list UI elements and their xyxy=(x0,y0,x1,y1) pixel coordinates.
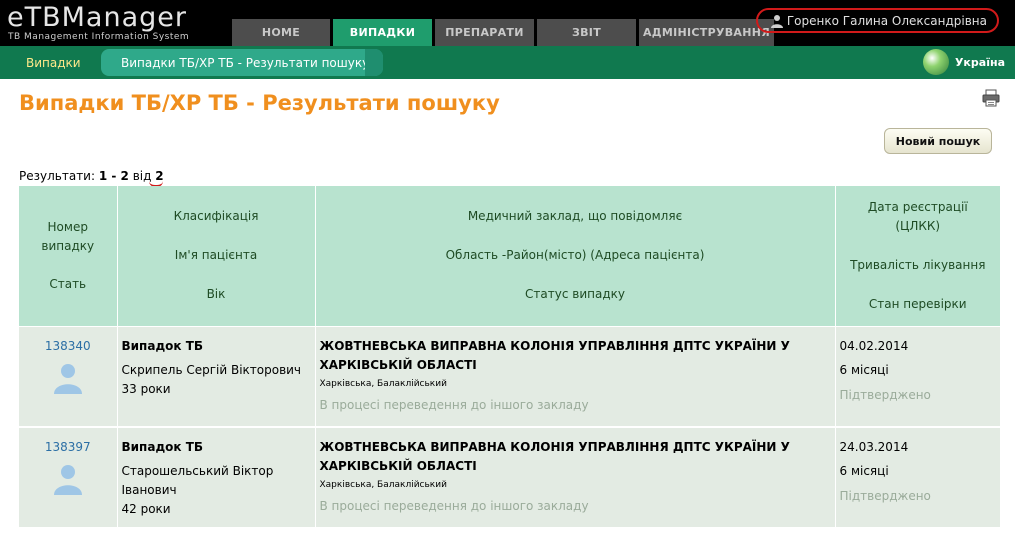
cell-patient: Випадок ТБ Скрипель Сергій Вікторович 33… xyxy=(117,326,316,428)
page-title: Випадки ТБ/ХР ТБ - Результати пошуку xyxy=(19,91,500,115)
patient-name: Скрипель Сергій Вікторович xyxy=(121,362,302,377)
breadcrumb-current: Випадки ТБ/ХР ТБ - Результати пошуку xyxy=(101,49,383,76)
new-search-button[interactable]: Новий пошук xyxy=(884,128,992,154)
patient-name: Старошельський Віктор Іванович xyxy=(121,464,274,497)
header-validation-label: Стан перевірки xyxy=(868,296,967,311)
male-patient-icon xyxy=(52,362,84,394)
user-icon xyxy=(770,14,784,28)
cell-facility: ЖОВТНЕВСЬКА ВИПРАВНА КОЛОНІЯ УПРАВЛІННЯ … xyxy=(315,427,836,529)
cell-registration: 04.02.2014 6 місяці Підтверджено xyxy=(835,326,1000,428)
print-icon[interactable] xyxy=(982,89,1000,107)
cell-case-number: 138340 xyxy=(19,326,118,428)
header-status-label: Статус випадку xyxy=(525,287,625,302)
header-patient-name-label: Ім'я пацієнта xyxy=(174,248,258,263)
cell-case-number: 138397 xyxy=(19,427,118,529)
male-patient-icon xyxy=(52,463,84,495)
header-registration[interactable]: Дата реєстрації (ЦЛКК) Тривалість лікува… xyxy=(835,186,1000,327)
header-age-label: Вік xyxy=(206,287,226,302)
registration-date: 24.03.2014 xyxy=(839,440,909,454)
header-duration-label: Тривалість лікування xyxy=(850,257,986,272)
results-prefix: Результати: xyxy=(19,169,96,183)
patient-address: Харківська, Балаклійський xyxy=(319,480,447,490)
table-row: 138340 Випадок ТБ Скрипель Сергій Віктор… xyxy=(19,326,1000,428)
table-header-row: Номер випадку Стать Класифікація Ім'я па… xyxy=(19,186,1000,327)
header-facility[interactable]: Медичний заклад, що повідомляє Область -… xyxy=(315,186,836,327)
case-status: В процесі переведення до іншого закладу xyxy=(319,499,589,513)
treatment-duration: 6 місяці xyxy=(839,464,889,478)
classification-text: Випадок ТБ xyxy=(121,440,204,454)
case-status: В процесі переведення до іншого закладу xyxy=(319,397,589,412)
user-menu[interactable]: Горенко Галина Олександрівна xyxy=(755,8,999,33)
tab-reports[interactable]: ЗВІТ xyxy=(537,19,636,46)
globe-icon xyxy=(922,49,949,75)
results-range: 1 - 2 xyxy=(98,169,129,183)
cell-facility: ЖОВТНЕВСЬКА ВИПРАВНА КОЛОНІЯ УПРАВЛІННЯ … xyxy=(315,326,836,428)
breadcrumb-current-label: Випадки ТБ/ХР ТБ - Результати пошуку xyxy=(121,55,370,70)
registration-date: 04.02.2014 xyxy=(839,338,909,353)
breadcrumb-pill-end xyxy=(365,49,383,76)
header-sex-label: Стать xyxy=(49,276,87,291)
results-summary: Результати: 1 - 2 від 2 xyxy=(19,169,164,183)
header-classification-label: Класифікація xyxy=(173,209,259,224)
tab-medicines[interactable]: ПРЕПАРАТИ xyxy=(435,19,534,46)
patient-age: 42 роки xyxy=(121,502,171,516)
app-logo[interactable]: eTBManager xyxy=(7,2,187,34)
case-number-link[interactable]: 138340 xyxy=(23,337,113,356)
header-reg-date-label: Дата реєстрації (ЦЛКК) xyxy=(867,199,968,233)
header-facility-label: Медичний заклад, що повідомляє xyxy=(467,209,683,224)
classification-text: Випадок ТБ xyxy=(121,338,204,353)
top-bar: eTBManager TB Management Information Sys… xyxy=(0,0,1015,46)
tab-cases[interactable]: ВИПАДКИ xyxy=(333,19,432,46)
region-label: Україна xyxy=(954,55,1005,69)
app-logo-subtitle: TB Management Information System xyxy=(8,32,190,42)
patient-address: Харківська, Балаклійський xyxy=(319,378,447,389)
breadcrumb-cases[interactable]: Випадки xyxy=(26,56,81,70)
cell-patient: Випадок ТБ Старошельський Віктор Іванови… xyxy=(117,427,316,529)
main-nav: HOME ВИПАДКИ ПРЕПАРАТИ ЗВІТ АДМІНІСТРУВА… xyxy=(232,19,777,46)
tab-home[interactable]: HOME xyxy=(232,19,330,46)
case-number-link[interactable]: 138397 xyxy=(23,438,113,457)
header-address-label: Область -Район(місто) (Адреса пацієнта) xyxy=(445,248,705,263)
region-selector[interactable]: Україна xyxy=(922,49,1005,75)
treatment-duration: 6 місяці xyxy=(839,362,889,377)
table-row: 138397 Випадок ТБ Старошельський Віктор … xyxy=(19,427,1000,529)
facility-name: ЖОВТНЕВСЬКА ВИПРАВНА КОЛОНІЯ УПРАВЛІННЯ … xyxy=(319,440,790,473)
header-case-number[interactable]: Номер випадку Стать xyxy=(19,186,118,327)
patient-age: 33 роки xyxy=(121,381,171,396)
validation-state: Підтверджено xyxy=(839,489,931,503)
results-table: Номер випадку Стать Класифікація Ім'я па… xyxy=(19,186,1000,529)
user-name: Горенко Галина Олександрівна xyxy=(786,13,987,28)
header-classification[interactable]: Класифікація Ім'я пацієнта Вік xyxy=(117,186,316,327)
validation-state: Підтверджено xyxy=(839,387,931,402)
cell-registration: 24.03.2014 6 місяці Підтверджено xyxy=(835,427,1000,529)
header-case-number-label: Номер випадку xyxy=(41,219,95,253)
breadcrumb-bar: Випадки Випадки ТБ/ХР ТБ - Результати по… xyxy=(0,46,1015,79)
facility-name: ЖОВТНЕВСЬКА ВИПРАВНА КОЛОНІЯ УПРАВЛІННЯ … xyxy=(319,338,790,372)
tab-administration[interactable]: АДМІНІСТРУВАННЯ xyxy=(639,19,774,46)
